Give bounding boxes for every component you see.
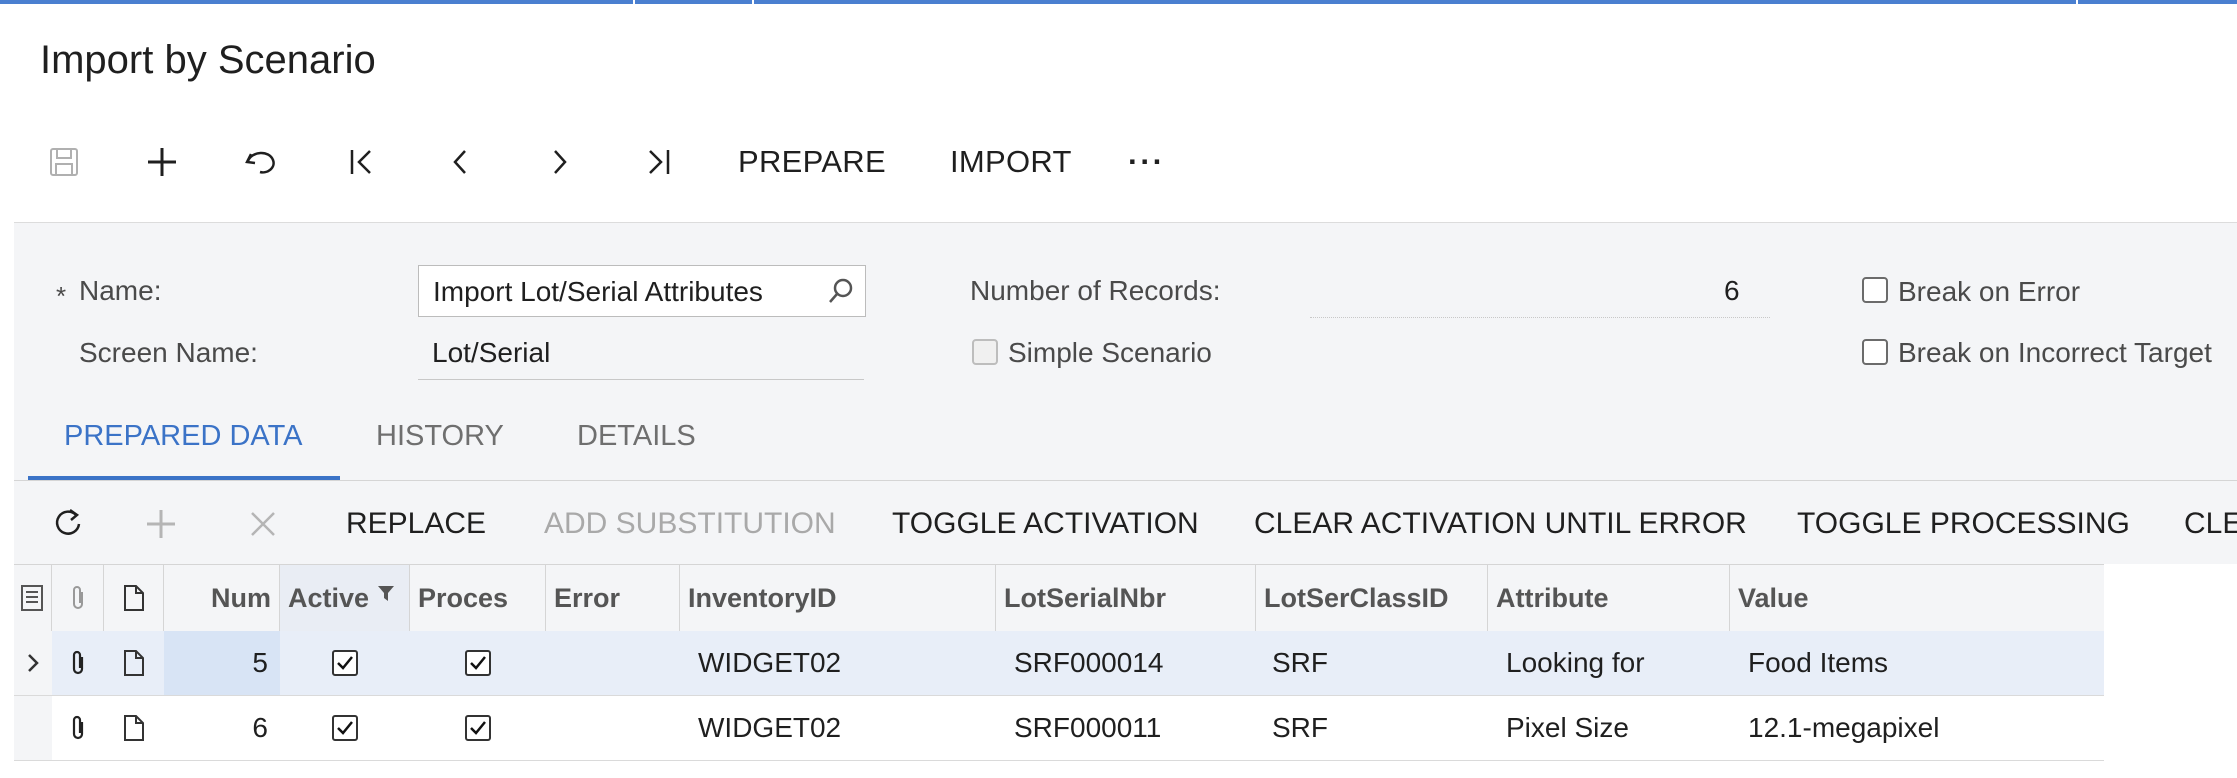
attachment-icon[interactable] [52, 696, 104, 760]
records-underline [1310, 317, 1770, 318]
tab-details[interactable]: DETAILS [577, 420, 696, 453]
cell-inventory-id[interactable]: WIDGET02 [680, 696, 996, 760]
undo-icon[interactable] [238, 130, 284, 194]
name-label: Name: [79, 275, 162, 306]
cell-lot-ser-class-id[interactable]: SRF [1256, 696, 1488, 760]
screen-name-label: Screen Name: [79, 337, 258, 368]
main-toolbar: PREPARE IMPORT ··· [0, 130, 2237, 194]
name-value: Import Lot/Serial Attributes [433, 276, 763, 307]
table-row[interactable]: 6 WIDGET02 SRF000011 SRF Pixel Size 12.1… [14, 696, 2104, 761]
prepare-button[interactable]: PREPARE [738, 130, 886, 194]
cell-value[interactable]: Food Items [1730, 631, 2104, 695]
cell-value[interactable]: 12.1-megapixel [1730, 696, 2104, 760]
cell-active-checkbox[interactable] [280, 631, 410, 695]
refresh-icon[interactable] [50, 484, 86, 564]
column-value[interactable]: Value [1730, 565, 2104, 631]
column-active[interactable]: Active [280, 565, 410, 631]
chevron-right-icon[interactable] [540, 130, 580, 194]
plus-icon[interactable] [140, 130, 184, 194]
simple-scenario-checkbox[interactable] [972, 339, 998, 365]
filter-icon[interactable] [377, 578, 395, 609]
grid-toolbar: REPLACE ADD SUBSTITUTION TOGGLE ACTIVATI… [14, 484, 2237, 564]
cell-processed-checkbox[interactable] [410, 631, 546, 695]
cell-lot-serial-nbr[interactable]: SRF000014 [996, 631, 1256, 695]
page-title: Import by Scenario [40, 38, 376, 82]
break-on-error-label: Break on Error [1898, 276, 2081, 307]
first-record-icon[interactable] [340, 130, 384, 194]
note-icon[interactable] [104, 696, 164, 760]
cell-attribute[interactable]: Looking for [1488, 631, 1730, 695]
toggle-activation-button[interactable]: TOGGLE ACTIVATION [892, 484, 1199, 564]
cell-error[interactable] [546, 696, 680, 760]
clear-activation-button[interactable]: CLEAR ACTIVATION UNTIL ERROR [1254, 484, 1747, 564]
column-attribute[interactable]: Attribute [1488, 565, 1730, 631]
required-mark: * [56, 281, 67, 311]
column-error[interactable]: Error [546, 565, 680, 631]
cell-processed-checkbox[interactable] [410, 696, 546, 760]
cell-error[interactable] [546, 631, 680, 695]
screen-name-underline [418, 379, 864, 380]
cell-lot-ser-class-id[interactable]: SRF [1256, 631, 1488, 695]
cell-num[interactable]: 5 [164, 631, 280, 695]
search-icon[interactable] [827, 277, 855, 310]
plus-icon[interactable] [144, 484, 178, 564]
truncated-toolbar-button[interactable]: CLE [2184, 484, 2237, 564]
toggle-processing-button[interactable]: TOGGLE PROCESSING [1797, 484, 2130, 564]
cell-inventory-id[interactable]: WIDGET02 [680, 631, 996, 695]
screen-name-value: Lot/Serial [432, 337, 551, 368]
column-active-label: Active [288, 582, 370, 613]
tab-history[interactable]: HISTORY [376, 420, 504, 453]
break-on-incorrect-target-checkbox[interactable] [1862, 339, 1888, 365]
table-row[interactable]: 5 WIDGET02 SRF000014 SRF Looking for Foo… [14, 631, 2104, 696]
add-substitution-button[interactable]: ADD SUBSTITUTION [544, 484, 836, 564]
import-button[interactable]: IMPORT [950, 130, 1072, 194]
name-input[interactable]: Import Lot/Serial Attributes [418, 265, 866, 317]
grid-header: Num Active Proces Error InventoryID LotS… [14, 564, 2104, 632]
attachment-column-icon [52, 565, 104, 631]
column-lot-ser-class-id[interactable]: LotSerClassID [1256, 565, 1488, 631]
simple-scenario-label: Simple Scenario [1008, 337, 1212, 368]
column-inventory-id[interactable]: InventoryID [680, 565, 996, 631]
chevron-left-icon[interactable] [440, 130, 480, 194]
cell-lot-serial-nbr[interactable]: SRF000011 [996, 696, 1256, 760]
row-expand-icon[interactable] [14, 631, 52, 695]
active-tab-indicator [28, 476, 340, 480]
tab-prepared-data[interactable]: PREPARED DATA [64, 420, 303, 453]
last-record-icon[interactable] [636, 130, 680, 194]
records-value: 6 [1724, 275, 1740, 306]
close-icon[interactable] [248, 484, 278, 564]
note-icon[interactable] [104, 631, 164, 695]
column-processed[interactable]: Proces [410, 565, 546, 631]
break-on-incorrect-target-label: Break on Incorrect Target [1898, 337, 2212, 368]
attachment-icon[interactable] [52, 631, 104, 695]
column-lot-serial-nbr[interactable]: LotSerialNbr [996, 565, 1256, 631]
row-selector[interactable] [14, 696, 52, 760]
column-num[interactable]: Num [164, 565, 280, 631]
replace-button[interactable]: REPLACE [346, 484, 486, 564]
records-label: Number of Records: [970, 275, 1221, 306]
more-actions-button[interactable]: ··· [1128, 130, 1165, 194]
row-settings-icon[interactable] [14, 565, 52, 631]
cell-num[interactable]: 6 [164, 696, 280, 760]
top-accent-bar [0, 0, 2237, 4]
cell-attribute[interactable]: Pixel Size [1488, 696, 1730, 760]
cell-active-checkbox[interactable] [280, 696, 410, 760]
tabs-border [14, 480, 2237, 481]
save-icon[interactable] [40, 130, 88, 194]
break-on-error-checkbox[interactable] [1862, 277, 1888, 303]
note-column-icon [104, 565, 164, 631]
